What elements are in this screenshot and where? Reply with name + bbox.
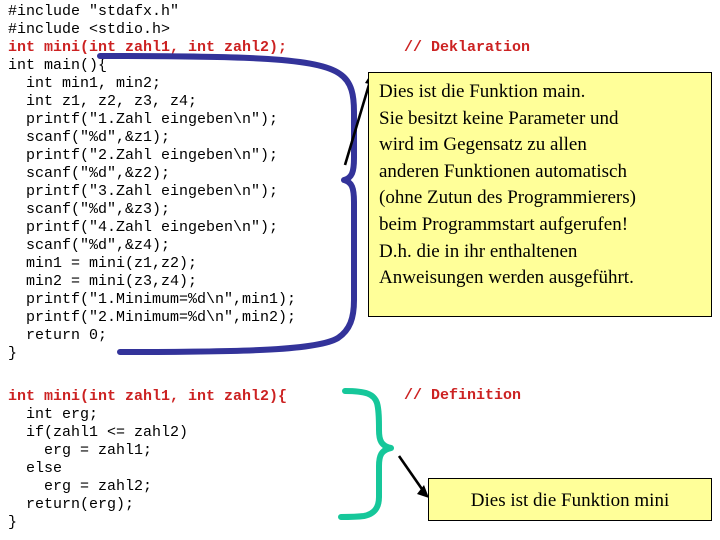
code-line: scanf("%d",&z1); <box>8 129 171 146</box>
code-line: int min1, min2; <box>8 75 162 92</box>
code-line: scanf("%d",&z3); <box>8 201 171 218</box>
code-line: } <box>8 514 18 531</box>
code-line: min1 = mini(z1,z2); <box>8 255 198 272</box>
code-line: erg = zahl1; <box>8 442 153 459</box>
brace-green-mini <box>338 388 394 520</box>
code-line: int z1, z2, z3, z4; <box>8 93 198 110</box>
code-line: else <box>8 460 63 477</box>
code-line: } <box>8 345 18 362</box>
comment-label-deklaration: // Deklaration <box>404 39 531 56</box>
code-listing-mini: int mini(int zahl1, int zahl2){ int erg;… <box>8 388 287 532</box>
code-line: int erg; <box>8 406 99 423</box>
code-line: int main(){ <box>8 57 108 74</box>
code-line: erg = zahl2; <box>8 478 153 495</box>
callout-line: wird im Gegensatz zu allen <box>379 134 587 156</box>
code-line: printf("2.Minimum=%d\n",min2); <box>8 309 297 326</box>
code-line: printf("2.Zahl eingeben\n"); <box>8 147 279 164</box>
code-line: printf("4.Zahl eingeben\n"); <box>8 219 279 236</box>
callout-box-mini: Dies ist die Funktion mini <box>428 478 712 521</box>
callout-line: anderen Funktionen automatisch <box>379 160 627 182</box>
comment-label-definition: // Definition <box>404 387 522 404</box>
code-line: return(erg); <box>8 496 135 513</box>
callout-line: Sie besitzt keine Parameter und <box>379 107 619 129</box>
arrow-line-mini <box>397 455 426 493</box>
code-line-signature: int mini(int zahl1, int zahl2); <box>8 39 288 56</box>
code-line: printf("3.Zahl eingeben\n"); <box>8 183 279 200</box>
code-line-signature: int mini(int zahl1, int zahl2){ <box>8 388 288 405</box>
code-line: #include "stdafx.h" <box>8 3 180 20</box>
code-line: scanf("%d",&z4); <box>8 237 171 254</box>
code-line: #include <stdio.h> <box>8 21 171 38</box>
callout-line: Anweisungen werden ausgeführt. <box>379 267 634 289</box>
code-listing-main: #include "stdafx.h" #include <stdio.h> int… <box>8 3 296 363</box>
code-line: printf("1.Zahl eingeben\n"); <box>8 111 279 128</box>
code-line: printf("1.Minimum=%d\n",min1); <box>8 291 297 308</box>
code-line: if(zahl1 <= zahl2) <box>8 424 189 441</box>
callout-line: Dies ist die Funktion main. <box>379 81 586 102</box>
callout-line: beim Programmstart aufgerufen! <box>379 213 629 235</box>
callout-line: D.h. die in ihr enthaltenen <box>379 240 578 262</box>
callout-line: (ohne Zutun des Programmierers) <box>379 187 636 209</box>
callout-box-main: Dies ist die Funktion main. Sie besitzt k… <box>368 72 712 317</box>
code-line: return 0; <box>8 327 108 344</box>
code-line: min2 = mini(z3,z4); <box>8 273 198 290</box>
code-line: scanf("%d",&z2); <box>8 165 171 182</box>
